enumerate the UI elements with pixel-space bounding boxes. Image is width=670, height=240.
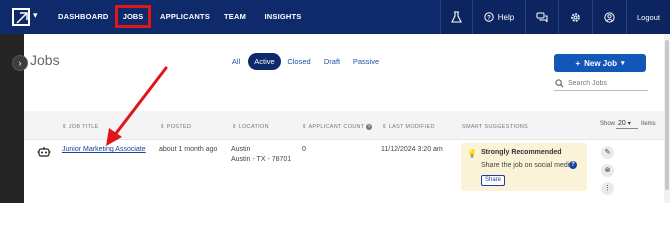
help-button[interactable]: ? Help	[473, 0, 525, 34]
close-job-icon[interactable]: ⊗	[601, 164, 614, 177]
row-divider	[24, 139, 664, 140]
chevron-down-icon: ▾	[627, 121, 631, 127]
page-size-value: 20	[618, 120, 626, 127]
chat-icon[interactable]	[526, 0, 558, 34]
column-header-label: LAST MODIFIED	[388, 124, 435, 130]
nav-dashboard[interactable]: DASHBOARD	[58, 0, 108, 34]
new-job-label: New Job	[584, 58, 618, 68]
table-row: Junior Marketing Associate	[62, 145, 146, 155]
tab-closed[interactable]: Closed	[285, 53, 313, 70]
tab-all[interactable]: All	[228, 53, 244, 70]
help-icon: ?	[484, 12, 494, 22]
edit-icon[interactable]: ✎	[601, 146, 614, 159]
search-field	[554, 77, 648, 91]
last-modified-cell: 11/12/2024 3:20 am	[381, 146, 443, 153]
user-icon[interactable]	[593, 0, 626, 34]
search-icon	[555, 79, 564, 88]
info-icon: ?	[366, 124, 373, 130]
column-header-applicant-count[interactable]: ⇕ APPLICANT COUNT ?	[302, 124, 373, 130]
suggestion-text: Share the job on social media	[481, 162, 574, 169]
show-label: Show	[600, 121, 616, 127]
suggestion-title: Strongly Recommended	[481, 149, 562, 156]
flask-icon[interactable]	[441, 0, 472, 34]
new-job-button[interactable]: + New Job ▾	[554, 54, 646, 72]
nav-jobs-label: JOBS	[122, 12, 144, 21]
gear-icon[interactable]	[559, 0, 592, 34]
items-label: Items	[641, 121, 656, 127]
page-size-select[interactable]: 20 ▾	[616, 118, 638, 129]
chevron-right-icon[interactable]: ›	[12, 55, 28, 71]
help-icon[interactable]: ?	[569, 161, 577, 169]
logout-button[interactable]: Logout	[627, 0, 670, 34]
job-title-link[interactable]: Junior Marketing Associate	[62, 146, 146, 153]
applicant-count-cell: 0	[302, 146, 306, 153]
app-logo[interactable]	[12, 8, 30, 26]
location-detail: Austin - TX - 78701	[231, 156, 292, 163]
help-label: Help	[497, 12, 515, 22]
nav-jobs[interactable]: JOBS	[115, 5, 151, 28]
tab-draft[interactable]: Draft	[320, 53, 344, 70]
svg-text:?: ?	[487, 15, 491, 21]
nav-insights[interactable]: INSIGHTS	[264, 0, 302, 34]
column-header-label: APPLICANT COUNT	[308, 124, 365, 130]
chevron-down-icon: ▾	[621, 60, 625, 67]
column-header-last-modified[interactable]: ⇕ LAST MODIFIED	[382, 124, 435, 130]
column-header-label: JOB TITLE	[68, 124, 99, 130]
lightbulb-icon: 💡	[467, 149, 477, 158]
nav-team[interactable]: TEAM	[222, 0, 248, 34]
location-city: Austin	[231, 146, 251, 153]
page-title: Jobs	[30, 52, 60, 68]
column-header-smart-suggestions: SMART SUGGESTIONS	[462, 124, 529, 130]
robot-icon	[37, 147, 51, 157]
more-options-icon[interactable]: ⋮	[601, 182, 614, 195]
column-header-label: POSTED	[166, 124, 192, 130]
scrollbar-thumb[interactable]	[665, 40, 669, 190]
chevron-down-icon[interactable]: ▾	[33, 10, 38, 21]
share-button[interactable]: Share	[481, 175, 505, 186]
posted-cell: about 1 month ago	[159, 146, 218, 153]
plus-icon: +	[575, 58, 581, 68]
column-header-location[interactable]: ⇕ LOCATION	[232, 124, 269, 130]
column-header-job-title[interactable]: ⇕ JOB TITLE	[62, 124, 99, 130]
tab-active[interactable]: Active	[248, 53, 281, 70]
tab-passive[interactable]: Passive	[350, 53, 382, 70]
search-input[interactable]	[568, 77, 646, 90]
column-header-label: LOCATION	[238, 124, 269, 130]
column-header-posted[interactable]: ⇕ POSTED	[160, 124, 191, 130]
nav-applicants[interactable]: APPLICANTS	[160, 0, 210, 34]
